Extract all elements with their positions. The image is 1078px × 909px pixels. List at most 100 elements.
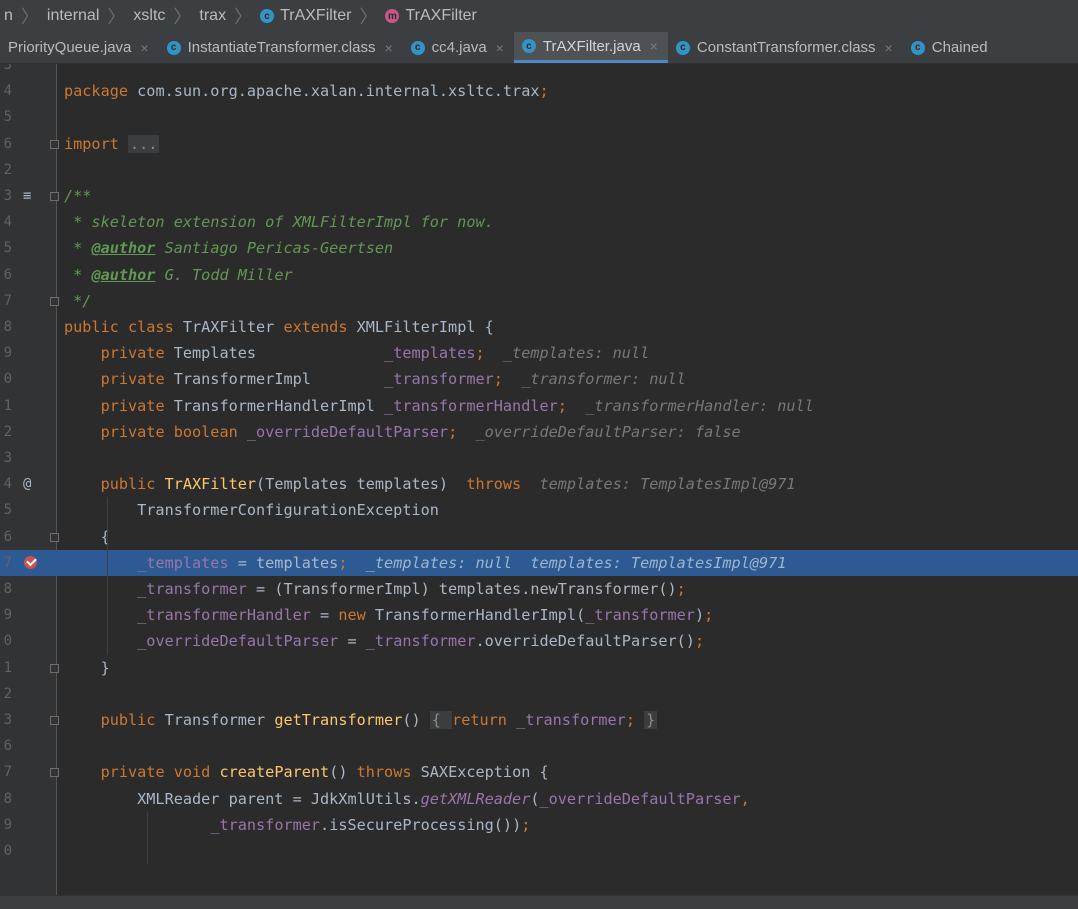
code-token: TrAXFilter	[164, 475, 257, 494]
code-line: 9 private Templates _templates; _templat…	[0, 340, 1078, 366]
code-text: public Transformer getTransformer() { re…	[64, 707, 658, 733]
breadcrumb: n 〉 internal 〉 xsltc 〉 trax 〉 c TrAXFilter 〉 m TrAXF…	[0, 0, 1078, 32]
close-icon[interactable]: ×	[496, 40, 504, 56]
chevron-right-icon: 〉	[234, 7, 253, 27]
code-editor[interactable]: 3 4 package com.sun.org.apache.xalan.inter…	[0, 64, 1078, 895]
code-line: 4 * skeleton extension of XMLFilterImpl …	[0, 209, 1078, 235]
code-token: _overrideDefaultParser: false	[457, 422, 741, 441]
horizontal-scrollbar[interactable]	[0, 895, 1078, 909]
fold-toggle-icon[interactable]	[50, 532, 59, 542]
line-number: 2	[3, 685, 12, 702]
doc-render-icon[interactable]: ≡	[23, 183, 31, 209]
line-number: 7	[3, 292, 12, 309]
breadcrumb-item[interactable]: xsltc	[129, 7, 169, 25]
breadcrumb-item[interactable]: internal	[43, 7, 103, 25]
line-number: 8	[3, 581, 12, 597]
fold-toggle-icon[interactable]	[50, 192, 59, 201]
code-token: ;	[493, 370, 503, 389]
code-line: 5 TransformerConfigurationException	[0, 497, 1078, 523]
indent-guide	[107, 497, 108, 655]
code-line: 0 _overrideDefaultParser = _transformer.…	[0, 628, 1078, 654]
fold-toggle-icon[interactable]	[50, 768, 59, 778]
tab-label: InstantiateTransformer.class	[187, 39, 376, 56]
code-token: _transformer	[384, 370, 494, 389]
fold-toggle-icon[interactable]	[50, 663, 59, 673]
code-token: ;	[557, 396, 567, 415]
editor-tab[interactable]: PriorityQueue.java ×	[0, 32, 159, 63]
code-token: TrAXFilter	[182, 318, 284, 336]
editor-tab[interactable]: c ConstantTransformer.class ×	[668, 32, 903, 63]
method-icon: m	[385, 9, 400, 23]
code-text: /**	[64, 183, 91, 209]
code-text: public TrAXFilter(Templates templates) t…	[64, 471, 796, 497]
line-number: 3	[3, 188, 12, 204]
fold-toggle-icon[interactable]	[50, 716, 59, 725]
code-text: */	[64, 288, 91, 314]
code-token: throws	[466, 475, 522, 494]
code-text: * @author G. Todd Miller	[64, 262, 292, 288]
code-line: 2	[0, 681, 1078, 707]
code-token: _transformer	[516, 711, 626, 729]
breadcrumb-item[interactable]: n	[0, 7, 17, 25]
code-token: @author	[91, 265, 156, 284]
code-text: private boolean _overrideDefaultParser; …	[64, 419, 741, 445]
code-token: */	[64, 291, 92, 310]
close-icon[interactable]: ×	[650, 38, 658, 54]
code-token: _transformerHandler	[384, 396, 558, 415]
close-icon[interactable]: ×	[140, 40, 148, 56]
line-number: 0	[3, 371, 12, 388]
breadcrumb-item[interactable]: m TrAXFilter	[381, 7, 480, 25]
code-token: private void	[100, 763, 220, 782]
line-number: 4	[3, 214, 12, 231]
tab-label: PriorityQueue.java	[8, 39, 132, 56]
code-text: TransformerConfigurationException	[64, 497, 439, 523]
breadcrumb-label: n	[4, 7, 13, 24]
editor-tab[interactable]: c TrAXFilter.java ×	[513, 32, 668, 63]
code-line: 0	[0, 838, 1078, 864]
chevron-right-icon: 〉	[173, 7, 192, 27]
fold-toggle-icon[interactable]	[50, 296, 59, 306]
editor-tab[interactable]: c InstantiateTransformer.class ×	[159, 32, 403, 63]
code-token: _transformer: null	[502, 370, 686, 389]
code-token: TransformerHandlerImpl(	[374, 606, 586, 625]
editor-tab[interactable]: c Chained	[903, 32, 998, 63]
chevron-right-icon: 〉	[359, 7, 378, 27]
class-icon: c	[260, 9, 275, 23]
editor-tab[interactable]: c cc4.java ×	[403, 32, 514, 63]
breadcrumb-item[interactable]: trax	[195, 7, 230, 25]
code-text: private TransformerImpl _transformer; _t…	[64, 366, 686, 392]
code-token: ()	[329, 763, 357, 782]
code-token: _templates	[137, 553, 229, 572]
code-token: _templates: null	[484, 344, 650, 363]
code-token: = templates	[228, 553, 339, 572]
class-icon: c	[675, 40, 690, 55]
code-token: TransformerHandlerImpl	[173, 396, 385, 415]
line-number: 4	[3, 476, 12, 493]
breadcrumb-item[interactable]: c TrAXFilter	[256, 7, 355, 25]
line-number: 0	[3, 633, 12, 650]
code-token: XMLFilterImpl {	[356, 318, 494, 336]
class-icon: c	[910, 40, 925, 55]
code-token: return	[452, 711, 517, 729]
code-token: ;	[475, 344, 485, 363]
line-number: 3	[3, 712, 12, 728]
fold-toggle-icon[interactable]	[50, 139, 59, 149]
line-number: 4	[3, 83, 12, 100]
breakpoint-icon[interactable]	[24, 555, 37, 569]
code-token: *	[64, 265, 92, 284]
code-token: {	[429, 711, 453, 729]
code-token: (Templates templates)	[256, 475, 467, 494]
line-number: 5	[3, 109, 12, 126]
code-token: _overrideDefaultParser	[539, 789, 741, 808]
code-token: createParent	[219, 763, 330, 782]
code-line: 5 * @author Santiago Pericas-Geertsen	[0, 235, 1078, 261]
close-icon[interactable]: ×	[384, 40, 392, 56]
implemented-annotation-icon[interactable]: @	[23, 471, 31, 497]
line-number: 6	[3, 528, 12, 545]
code-line: 7 private void createParent() throws SAX…	[0, 759, 1078, 785]
code-token: TransformerConfigurationException	[64, 501, 439, 520]
close-icon[interactable]: ×	[885, 40, 893, 56]
